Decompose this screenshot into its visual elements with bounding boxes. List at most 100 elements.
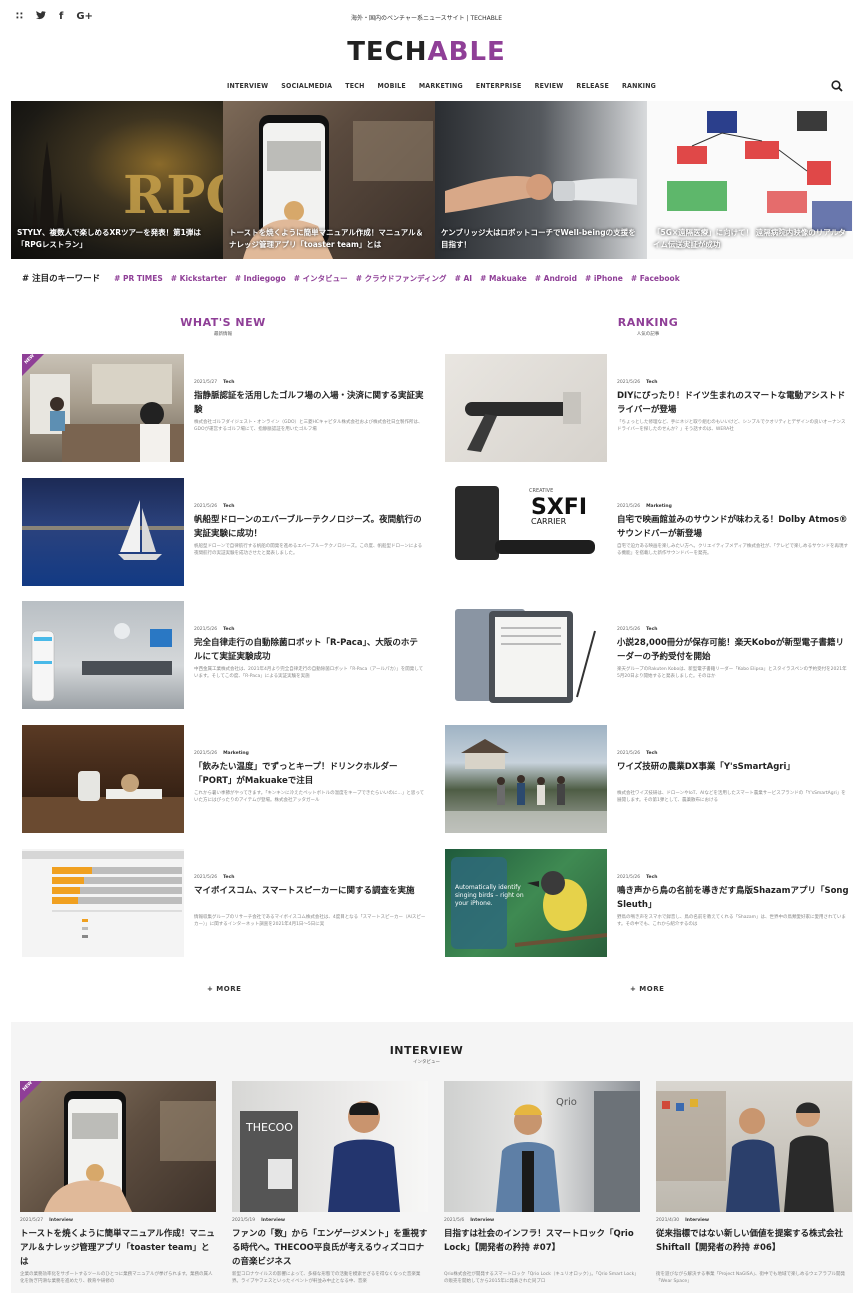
nav-enterprise[interactable]: ENTERPRISE: [476, 82, 522, 90]
article-title[interactable]: 帆船型ドローンのエバーブルーテクノロジーズ。夜間航行の実証実験に成功！: [194, 513, 426, 541]
article-meta: 2021/5/26 Marketing: [194, 751, 249, 756]
article-title[interactable]: 指静脈認証を活用したゴルフ場の入場・決済に関する実証実験: [194, 389, 426, 417]
ranking-card[interactable]: 2021/5/26 Tech ワイズ技研の農業DX事業「Y'sSmartAgri」…: [445, 725, 850, 833]
article-excerpt: 自宅で迫力ある映画を楽しみたい方へ。クリエイティブメディア株式会社が、「テレビで…: [617, 544, 848, 556]
ranking-card[interactable]: CREATIVE SXFI CARRIER 2021/5/26 Marketing…: [445, 478, 850, 586]
keyword-tag[interactable]: # Kickstarter: [171, 274, 227, 283]
article-title[interactable]: トーストを焼くように簡単マニュアル作成！マニュアル＆ナレッジ管理アプリ「toas…: [20, 1227, 216, 1269]
ranking-card[interactable]: 2021/5/26 Tech 小説28,000冊分が保存可能！楽天Koboが新型電…: [445, 601, 850, 709]
nav-interview[interactable]: INTERVIEW: [227, 82, 268, 90]
article-thumbnail[interactable]: Automatically identify singing birds – r…: [445, 849, 607, 957]
article-meta: 2021/5/26 Tech: [617, 380, 658, 385]
search-icon[interactable]: [831, 80, 843, 92]
article-meta: 2021/5/26 Tech: [194, 627, 235, 632]
interview-thumbnail[interactable]: Qrio: [444, 1081, 640, 1212]
article-thumbnail[interactable]: [22, 478, 184, 586]
article-thumbnail[interactable]: [22, 601, 184, 709]
site-logo[interactable]: TECHABLE: [0, 37, 853, 67]
whats-new-more-link[interactable]: + MORE: [207, 985, 241, 993]
article-thumbnail[interactable]: CREATIVE SXFI CARRIER: [445, 478, 607, 586]
interview-card[interactable]: Qrio 2021/5/6 Interview 目指すは社会のインフラ！スマートロ…: [444, 1081, 640, 1293]
article-title[interactable]: マイボイスコム、スマートスピーカーに関する調査を実施: [194, 884, 426, 898]
article-thumbnail[interactable]: [445, 601, 607, 709]
nav-release[interactable]: RELEASE: [576, 82, 609, 90]
article-excerpt: 街を遊びながら解決する事業「Project NaGISA」、街中でも地域で楽しめ…: [656, 1272, 846, 1284]
nav-tech[interactable]: TECH: [345, 82, 364, 90]
article-thumbnail[interactable]: [445, 725, 607, 833]
article-meta: 2021/4/30 Interview: [656, 1218, 710, 1223]
keyword-tag[interactable]: # クラウドファンディング: [356, 273, 447, 284]
keyword-tag[interactable]: # Indiegogo: [235, 274, 286, 283]
hero-item[interactable]: RPG STYLY、複数人で楽しめるXRツアーを発表！第1弾は「RPGレストラン…: [11, 101, 223, 259]
nav-mobile[interactable]: MOBILE: [378, 82, 406, 90]
hero-slider: RPG STYLY、複数人で楽しめるXRツアーを発表！第1弾は「RPGレストラン…: [11, 101, 853, 259]
article-title[interactable]: 目指すは社会のインフラ！スマートロック「Qrio Lock」【開発者の矜持 #0…: [444, 1227, 640, 1255]
article-excerpt: 中西金属工業株式会社は、2021年4月より完全自律走行の自動除菌ロボット「R-P…: [194, 667, 424, 679]
whats-new-subtitle: 最新情報: [214, 332, 232, 337]
ranking-more-link[interactable]: + MORE: [630, 985, 664, 993]
article-title[interactable]: ファンの「数」から「エンゲージメント」を重視する時代へ。THECOO平良氏が考え…: [232, 1227, 428, 1269]
article-excerpt: 株式会社ワイズ技研は、ドローンやIoT、AIなどを活用したスマート農業サービスブ…: [617, 791, 846, 803]
article-title[interactable]: 小説28,000冊分が保存可能！楽天Koboが新型電子書籍リーダーの予約受付を開…: [617, 636, 849, 664]
article-meta: 2021/5/27 Interview: [20, 1218, 74, 1223]
article-title[interactable]: 従来指標ではない新しい価値を提案する株式会社Shiftall【開発者の矜持 #0…: [656, 1227, 852, 1255]
keyword-tag[interactable]: # Android: [535, 274, 577, 283]
keyword-tag[interactable]: # Makuake: [480, 274, 527, 283]
article-thumbnail[interactable]: [22, 725, 184, 833]
article-title[interactable]: ワイズ技研の農業DX事業「Y'sSmartAgri」: [617, 760, 849, 774]
hero-item[interactable]: 「5G×遠隔医療」に向けて！ 遠隔病院内映像のリアルタイム伝送実証が成功: [647, 101, 853, 259]
interview-title: INTERVIEW: [389, 1044, 464, 1057]
interview-card[interactable]: THECOO 2021/5/19 Interview ファンの「数」から「エンゲー…: [232, 1081, 428, 1293]
interview-thumbnail[interactable]: [656, 1081, 852, 1212]
article-meta: 2021/5/27 Tech: [194, 380, 235, 385]
keyword-label: # 注目のキーワード: [22, 274, 101, 284]
ranking-card[interactable]: 2021/5/26 Tech DIYにぴったり！ドイツ生まれのスマートな電動アシス…: [445, 354, 850, 462]
article-card[interactable]: 2021/5/26 Tech マイボイスコム、スマートスピーカーに関する調査を実施…: [22, 849, 427, 957]
hero-caption: ケンブリッジ大はロボットコーチでWell-beingの支援を目指す！: [441, 228, 636, 249]
nav-socialmedia[interactable]: SOCIALMEDIA: [281, 82, 332, 90]
article-excerpt: 企業の業務効率化をサポートするツールのひとつに業務マニュアルが挙げられます。業務…: [20, 1272, 213, 1284]
global-nav: INTERVIEW SOCIALMEDIA TECH MOBILE MARKET…: [0, 82, 853, 90]
interview-card[interactable]: NEW 2021/5/27 Interview トーストを焼くように簡単マニュアル…: [20, 1081, 216, 1293]
whats-new-heading: WHAT'S NEW 最新情報: [163, 316, 283, 337]
article-title[interactable]: 自宅で映画館並みのサウンドが味わえる！Dolby Atmos®サウンドバーが新登…: [617, 513, 849, 541]
new-badge: NEW: [22, 354, 44, 376]
interview-thumbnail[interactable]: THECOO: [232, 1081, 428, 1212]
nav-ranking[interactable]: RANKING: [622, 82, 656, 90]
article-title[interactable]: 完全自律走行の自動除菌ロボット「R-Paca」、大阪のホテルにて実証実験成功: [194, 636, 426, 664]
keyword-tag[interactable]: # iPhone: [585, 274, 623, 283]
article-excerpt: 楽天グループのRakuten Koboは、新型電子書籍リーダー「Kobo Eli…: [617, 667, 847, 679]
article-meta: 2021/5/26 Tech: [194, 504, 235, 509]
nav-review[interactable]: REVIEW: [535, 82, 564, 90]
hero-item[interactable]: トーストを焼くように簡単マニュアル作成！マニュアル＆ナレッジ管理アプリ「toas…: [223, 101, 435, 259]
svg-text:Automatically identify: Automatically identify: [455, 884, 521, 891]
keyword-tag[interactable]: # PR TIMES: [114, 274, 163, 283]
svg-text:singing birds – right on: singing birds – right on: [455, 892, 524, 899]
article-card[interactable]: 2021/5/26 Tech 完全自律走行の自動除菌ロボット「R-Paca」、大阪…: [22, 601, 427, 709]
article-card[interactable]: 2021/5/26 Tech 帆船型ドローンのエバーブルーテクノロジーズ。夜間航行…: [22, 478, 427, 586]
keyword-tag[interactable]: # Facebook: [631, 274, 680, 283]
article-card[interactable]: NEW 2021/5/27 Tech 指静脈認証を活用したゴルフ場の入場・決済に関…: [22, 354, 427, 462]
new-badge: NEW: [20, 1081, 42, 1103]
keyword-tag[interactable]: # AI: [455, 274, 473, 283]
svg-text:THECOO: THECOO: [245, 1121, 293, 1134]
ranking-card[interactable]: Automatically identify singing birds – r…: [445, 849, 850, 957]
whats-new-title: WHAT'S NEW: [180, 316, 266, 329]
interview-subtitle: インタビュー: [413, 1060, 440, 1065]
article-title[interactable]: DIYにぴったり！ドイツ生まれのスマートな電動アシストドライバーが登場: [617, 389, 849, 417]
keyword-tag[interactable]: # インタビュー: [294, 273, 348, 284]
article-title[interactable]: 「飲みたい温度」でずっとキープ！ドリンクホルダー「PORT」がMakuakeで注…: [194, 760, 426, 788]
article-excerpt: 「ちょっとした修理など、手にネジと取り組むのもいいけど、シンプルでクオリティとデ…: [617, 420, 846, 432]
article-thumbnail[interactable]: [22, 849, 184, 957]
hero-item[interactable]: ケンブリッジ大はロボットコーチでWell-beingの支援を目指す！: [435, 101, 647, 259]
article-card[interactable]: 2021/5/26 Marketing 「飲みたい温度」でずっとキープ！ドリンクホ…: [22, 725, 427, 833]
site-tagline: 海外・国内のベンチャー系ニュースサイト | TECHABLE: [351, 15, 502, 22]
nav-marketing[interactable]: MARKETING: [419, 82, 463, 90]
article-excerpt: 情報収集グループのリサーチ会社であるマイボイスコム株式会社は、4度目となる「スマ…: [194, 915, 426, 927]
interview-card[interactable]: 2021/4/30 Interview 従来指標ではない新しい価値を提案する株式会…: [656, 1081, 852, 1293]
article-thumbnail[interactable]: NEW: [22, 354, 184, 462]
article-title[interactable]: 鳴き声から鳥の名前を導きだす鳥版Shazamアプリ「Song Sleuth」: [617, 884, 849, 912]
interview-thumbnail[interactable]: NEW: [20, 1081, 216, 1212]
article-excerpt: 帆船型ドローンで自律航行する帆船の開発を進めるエバーブルーテクノロジーズ。この度…: [194, 544, 423, 556]
article-thumbnail[interactable]: [445, 354, 607, 462]
